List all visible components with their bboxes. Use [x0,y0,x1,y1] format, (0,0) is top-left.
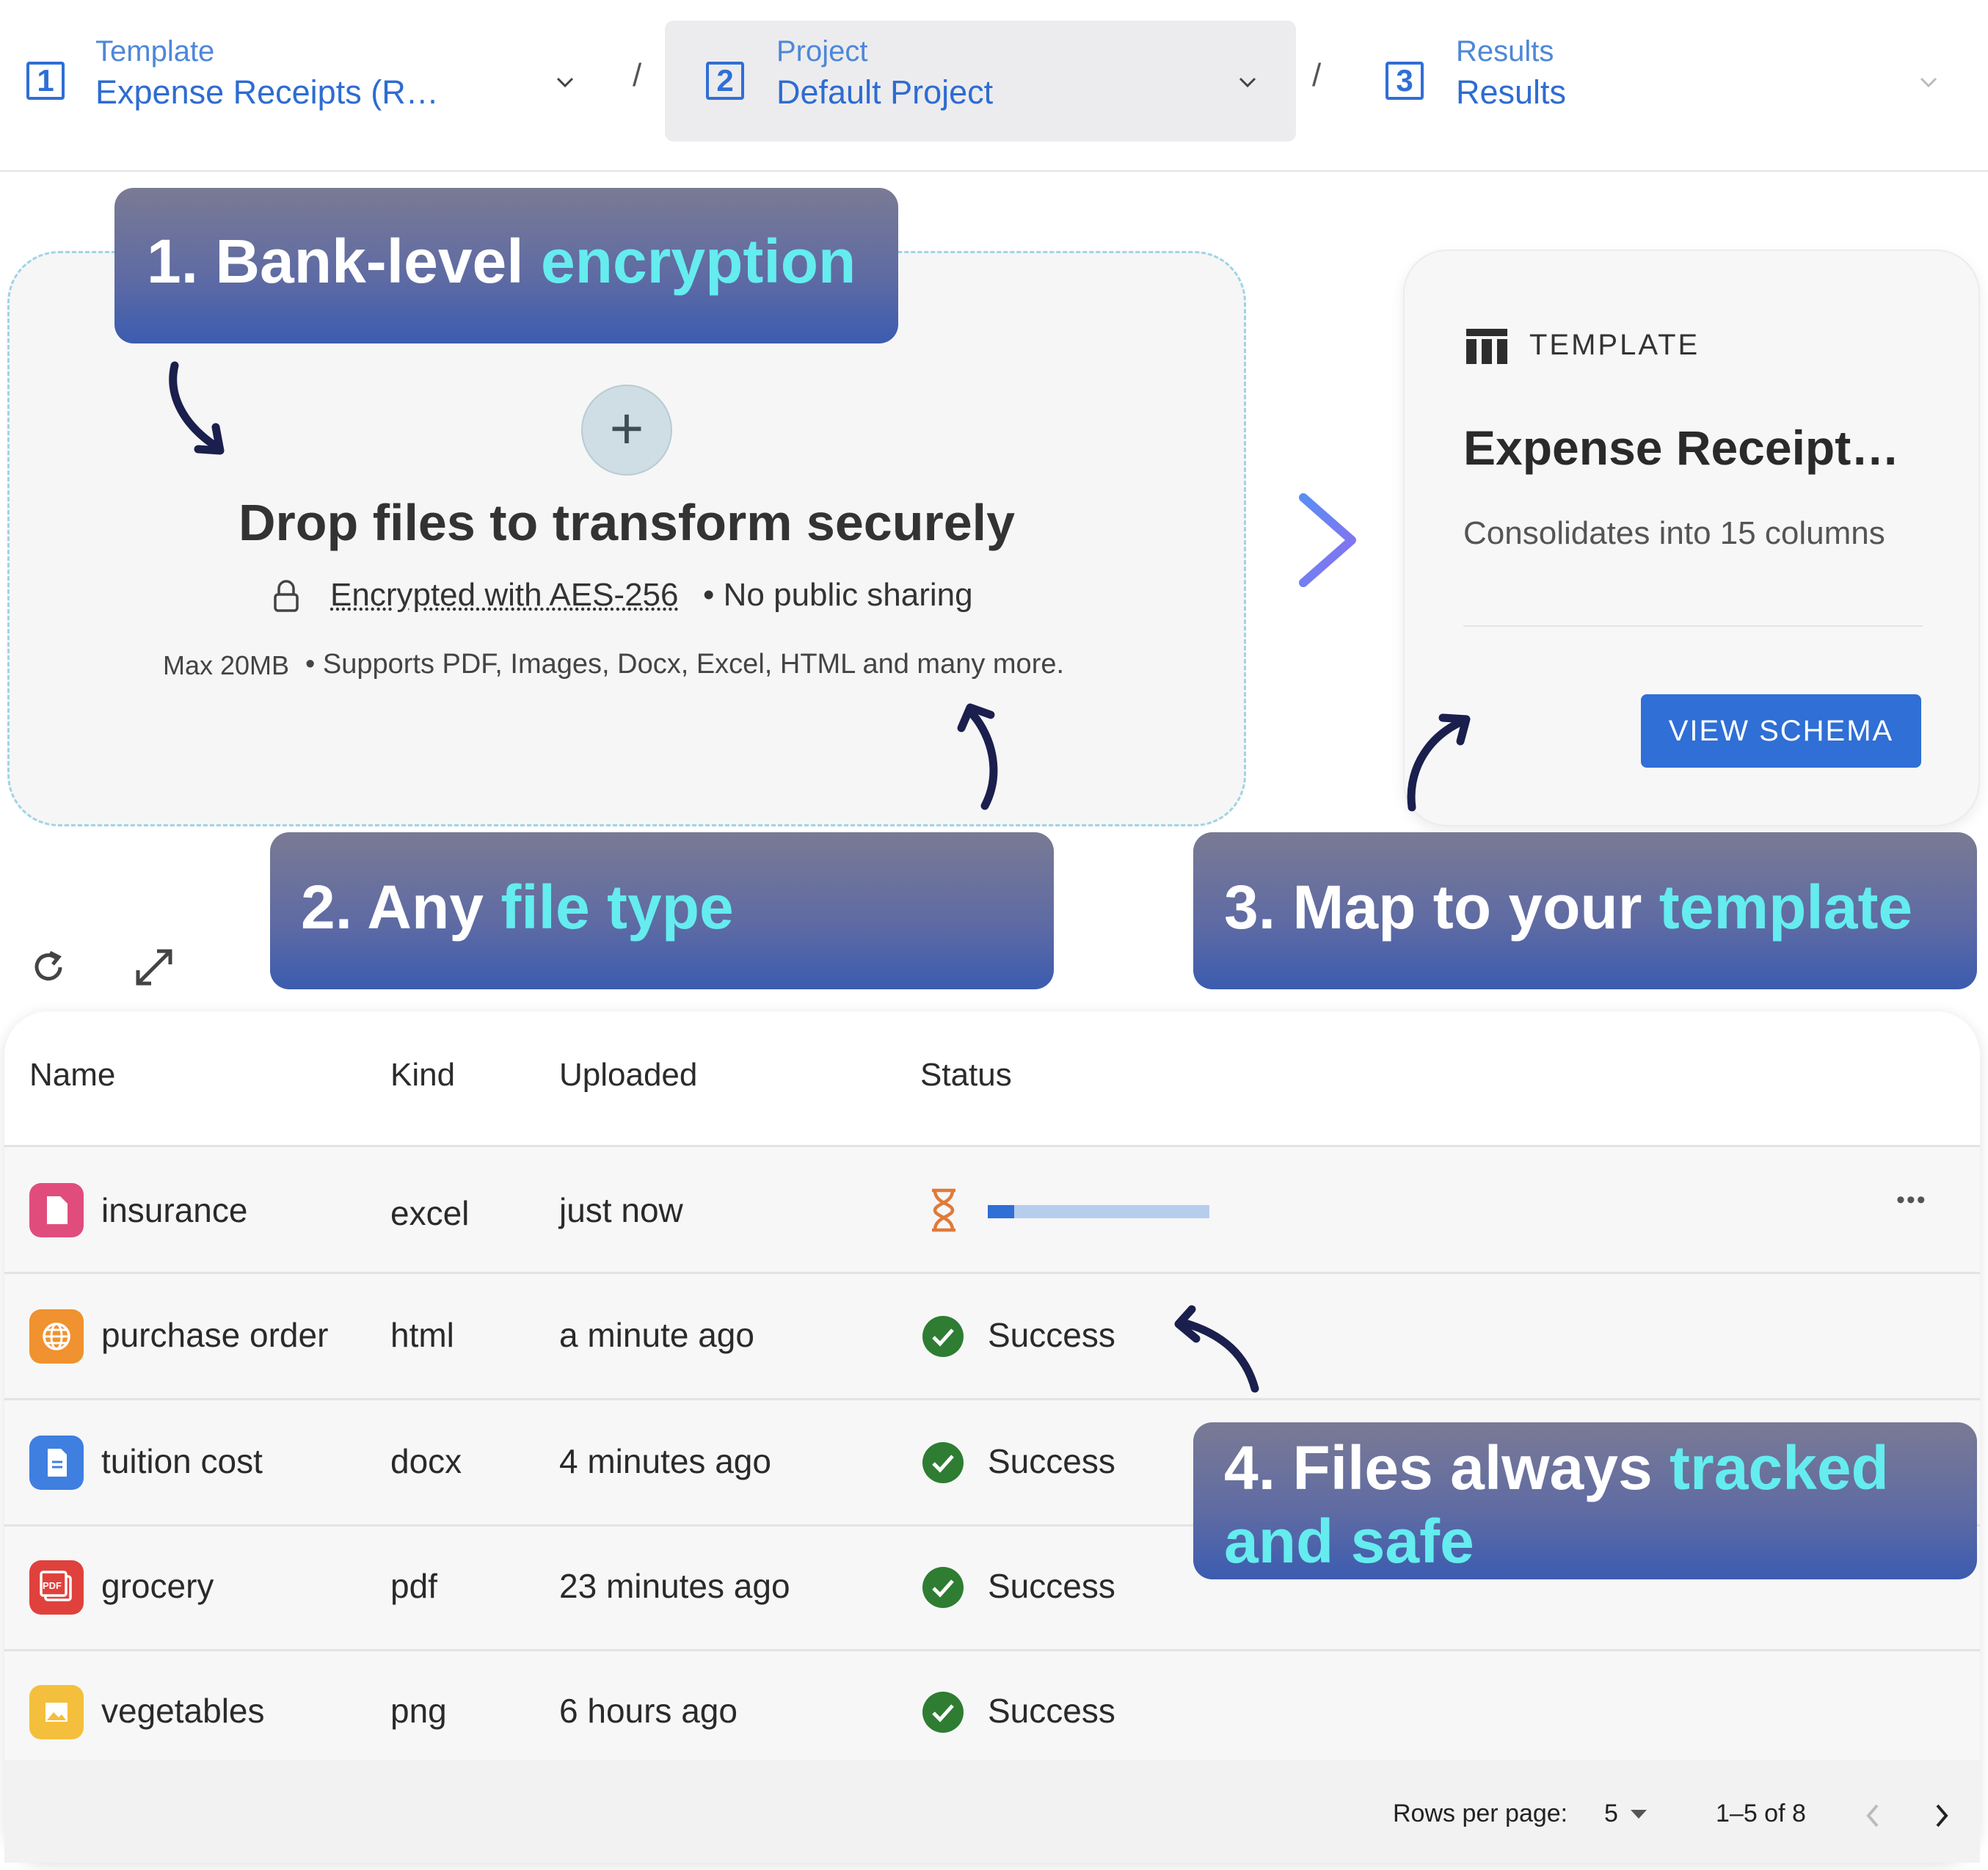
file-uploaded: just now [559,1191,683,1229]
callout-highlight: encryption [540,227,856,296]
template-description: Consolidates into 15 columns [1463,515,1885,551]
image-icon [29,1685,84,1739]
callout-tracked: 4. Files always tracked and safe [1193,1422,1977,1579]
file-uploaded: 4 minutes ago [559,1442,771,1480]
upload-progress-bar [988,1205,1209,1218]
document-icon [29,1183,84,1237]
max-size-text: Max 20MB [163,650,290,680]
template-name: Expense Receipt… [1463,421,1900,475]
caret-down-icon[interactable] [1631,1810,1647,1820]
check-circle-icon [922,1692,964,1733]
check-circle-icon [922,1316,964,1357]
column-header-status[interactable]: Status [920,1057,1012,1094]
callout-text: 4. Files always [1224,1433,1670,1502]
file-uploaded: 23 minutes ago [559,1567,790,1605]
file-name[interactable]: grocery [101,1566,214,1606]
callout-highlight: file type [500,873,734,942]
file-name[interactable]: vegetables [101,1691,265,1731]
file-uploaded: a minute ago [559,1316,754,1354]
plus-icon: + [609,396,644,461]
doc-icon [29,1436,84,1490]
no-public-sharing-text: • No public sharing [703,577,973,613]
callout-text: 3. Map to your [1224,873,1659,942]
card-divider [1463,625,1923,627]
previous-page-icon[interactable] [1863,1801,1883,1830]
view-schema-button[interactable]: VIEW SCHEMA [1641,694,1921,768]
arrow-annotation-icon [957,703,998,810]
globe-icon [29,1309,84,1364]
arrow-annotation-icon [169,361,225,455]
file-name[interactable]: tuition cost [101,1441,263,1481]
step-label: Results [1456,35,1554,68]
status-text: Success [988,1316,1115,1354]
breadcrumb-step-project[interactable]: 2 Project Default Project [665,21,1296,142]
breadcrumb-step-template[interactable]: 1 Template Expense Receipts (R… [26,21,628,142]
file-kind: excel [390,1194,470,1232]
step-value: Results [1456,73,1567,111]
step-label: Project [776,35,868,68]
progress-fill [988,1205,1015,1218]
status-text: Success [988,1442,1115,1480]
next-page-icon[interactable] [1931,1801,1952,1830]
callout-highlight: tracked [1670,1433,1889,1502]
callout-encryption: 1. Bank-level encryption [114,188,898,343]
chevron-down-icon[interactable] [1918,72,1939,92]
pdf-icon: PDF [29,1560,84,1615]
status-text: Success [988,1692,1115,1730]
hourglass-icon [932,1188,955,1232]
callout-highlight: and safe [1224,1507,1474,1576]
step-value: Expense Receipts (R… [95,73,439,111]
header-divider [0,170,1988,172]
chevron-down-icon[interactable] [1237,72,1258,92]
file-kind: png [390,1692,447,1730]
step-label: Template [95,35,215,68]
chevron-down-icon[interactable] [555,72,575,92]
callout-highlight: template [1659,873,1913,942]
arrow-annotation-icon [1174,1305,1259,1393]
breadcrumb-separator: / [1312,57,1322,93]
step-value: Default Project [776,73,994,111]
check-circle-icon [922,1442,964,1483]
expand-icon[interactable] [132,945,176,989]
add-file-button[interactable]: + [581,385,672,476]
callout-template: 3. Map to your template [1193,832,1977,989]
step-number: 2 [706,62,744,100]
callout-text: 2. Any [301,873,501,942]
arrow-annotation-icon [1407,713,1471,812]
callout-text: 1. Bank-level [147,227,541,296]
step-number: 1 [26,62,65,100]
check-circle-icon [922,1567,964,1608]
template-kicker: TEMPLATE [1529,329,1700,361]
breadcrumb-step-results[interactable]: 3 Results Results [1386,21,1965,142]
breadcrumb-separator: / [633,57,642,93]
table-columns-icon [1466,329,1507,364]
lock-icon [273,580,299,614]
column-header-name[interactable]: Name [29,1057,115,1094]
more-options-icon[interactable]: ••• [1896,1186,1927,1215]
file-uploaded: 6 hours ago [559,1692,738,1730]
table-footer [4,1760,1980,1863]
encryption-link[interactable]: Encrypted with AES-256 [330,577,678,614]
step-number: 3 [1386,62,1424,100]
rows-per-page-label: Rows per page: [1393,1800,1568,1827]
column-header-uploaded[interactable]: Uploaded [559,1057,697,1094]
file-name[interactable]: insurance [101,1190,247,1230]
file-name[interactable]: purchase order [101,1315,328,1355]
refresh-icon[interactable] [28,947,69,988]
column-header-kind[interactable]: Kind [390,1057,455,1094]
status-text: Success [988,1567,1115,1605]
rows-per-page-select[interactable]: 5 [1604,1800,1618,1828]
file-kind: docx [390,1442,462,1480]
file-kind: html [390,1316,454,1354]
pdf-badge: PDF [43,1580,62,1591]
supported-formats-text: • Supports PDF, Images, Docx, Excel, HTM… [305,649,1065,680]
chevron-right-icon [1299,493,1356,587]
dropzone-title: Drop files to transform securely [238,494,1016,551]
file-kind: pdf [390,1567,437,1605]
pagination-range: 1–5 of 8 [1716,1800,1806,1827]
callout-file-type: 2. Any file type [270,832,1054,989]
